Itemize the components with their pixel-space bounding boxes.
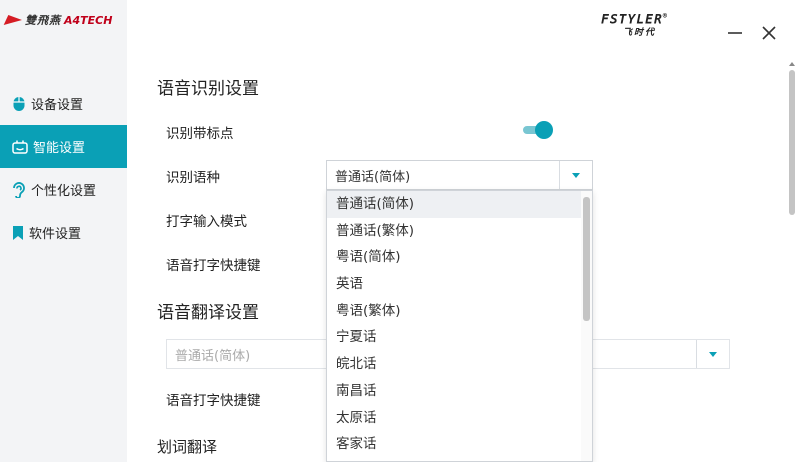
- bird-logo-icon: [3, 15, 25, 25]
- sidebar: 雙飛燕 A4TECH 设备设置 智能设置 个性化设置 软件设置: [0, 0, 127, 462]
- translation-shortcut-label: 语音打字快捷键: [166, 393, 261, 409]
- dropdown-option[interactable]: 粤语(简体): [327, 244, 592, 271]
- speech-translation-title: 语音翻译设置: [157, 303, 259, 323]
- sidebar-nav: 设备设置 智能设置 个性化设置 软件设置: [0, 82, 127, 254]
- dropdown-option[interactable]: 太原话: [327, 405, 592, 432]
- sidebar-item-device[interactable]: 设备设置: [0, 82, 127, 125]
- language-select-dropdown-button[interactable]: [559, 161, 592, 189]
- hearing-icon: [13, 181, 25, 198]
- minimize-button[interactable]: [723, 20, 747, 44]
- scroll-up-arrow-icon[interactable]: [789, 62, 795, 66]
- fstyler-logo: FSTYLER® 飞时代: [601, 12, 668, 38]
- speech-recognition-title: 语音识别设置: [157, 79, 259, 99]
- sidebar-item-label: 个性化设置: [31, 184, 97, 199]
- dropdown-option[interactable]: 客家话: [327, 431, 592, 458]
- punctuation-label: 识别带标点: [166, 126, 234, 142]
- dropdown-option[interactable]: 宁夏话: [327, 324, 592, 351]
- sidebar-item-label: 设备设置: [31, 98, 84, 113]
- a4tech-logo: 雙飛燕 A4TECH: [3, 12, 113, 28]
- sidebar-item-label: 智能设置: [33, 141, 86, 156]
- bookmark-icon: [13, 225, 23, 240]
- page-scrollbar[interactable]: [787, 62, 798, 462]
- translation-source-value: 普通话(简体): [175, 348, 251, 364]
- dropdown-option[interactable]: 普通话(繁体): [327, 218, 592, 245]
- close-icon: [762, 26, 776, 40]
- caret-down-icon: [709, 351, 717, 357]
- brand-reg: ®: [662, 12, 669, 20]
- sidebar-item-label: 软件设置: [29, 227, 82, 242]
- toggle-knob: [535, 121, 553, 139]
- mouse-icon: [13, 96, 25, 111]
- logo-brand-cn: 雙飛燕: [25, 14, 61, 27]
- language-label: 识别语种: [166, 170, 220, 186]
- translation-source-dropdown-button[interactable]: [696, 340, 729, 368]
- recognition-shortcut-label: 语音打字快捷键: [166, 258, 261, 274]
- caret-down-icon: [572, 172, 580, 178]
- close-button[interactable]: [757, 20, 781, 44]
- dropdown-option[interactable]: 英语: [327, 271, 592, 298]
- sidebar-item-personalize[interactable]: 个性化设置: [0, 168, 127, 211]
- logo-brand-en: A4TECH: [64, 13, 113, 27]
- dropdown-scrollbar-thumb[interactable]: [583, 197, 590, 321]
- dropdown-option[interactable]: 普通话(简体): [327, 191, 592, 218]
- language-dropdown-list: 普通话(简体) 普通话(繁体) 粤语(简体) 英语 粤语(繁体) 宁夏话 皖北话…: [326, 190, 593, 462]
- dropdown-option[interactable]: 南昌话: [327, 378, 592, 405]
- sidebar-item-smart[interactable]: 智能设置: [0, 125, 127, 168]
- dropdown-scrollbar[interactable]: [581, 191, 592, 461]
- language-select[interactable]: 普通话(简体): [326, 160, 593, 190]
- sidebar-item-software[interactable]: 软件设置: [0, 211, 127, 254]
- dropdown-option[interactable]: 粤语(繁体): [327, 298, 592, 325]
- language-select-value: 普通话(简体): [335, 169, 411, 185]
- word-translation-label: 划词翻译: [157, 438, 218, 456]
- typing-mode-label: 打字输入模式: [166, 214, 247, 230]
- punctuation-toggle[interactable]: [521, 121, 553, 139]
- page-scrollbar-thumb[interactable]: [789, 70, 795, 215]
- robot-icon: [12, 140, 28, 154]
- minimize-icon: [728, 32, 742, 34]
- dropdown-option[interactable]: 皖北话: [327, 351, 592, 378]
